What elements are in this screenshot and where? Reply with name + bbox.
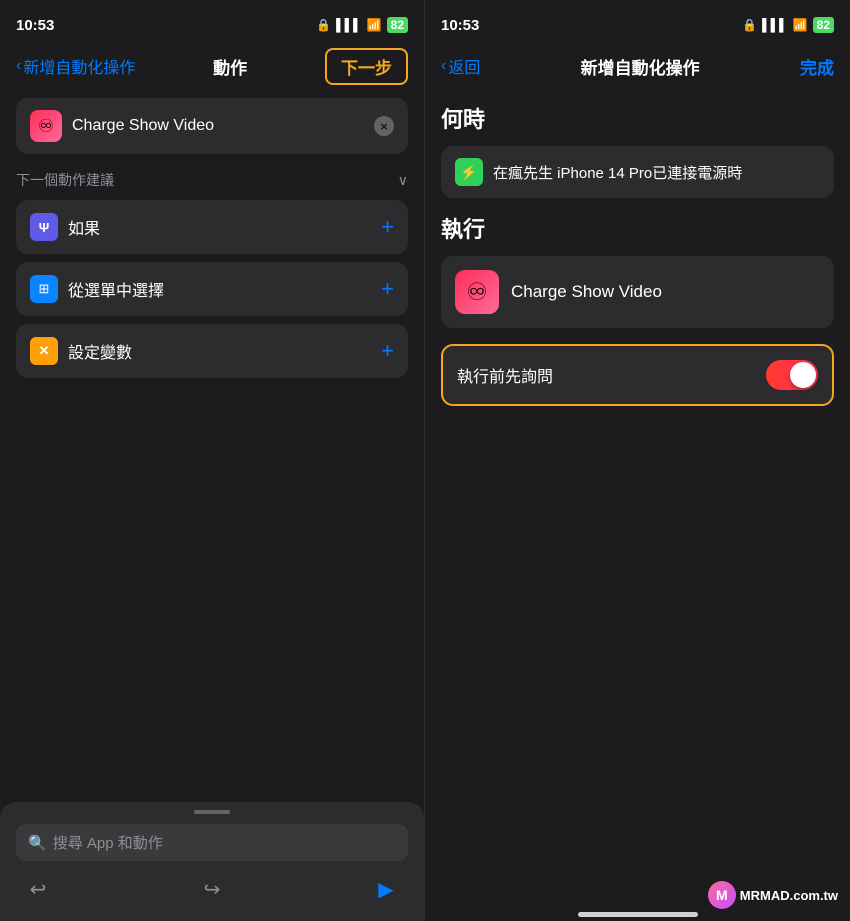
watermark-logo: M bbox=[708, 881, 736, 909]
nav-bar-right: ‹ 返回 新增自動化操作 完成 bbox=[425, 44, 850, 92]
chevron-left-icon-right: ‹ bbox=[441, 57, 446, 75]
suggestion-text-menu: 從選單中選擇 bbox=[68, 277, 164, 301]
status-time-left: 10:53 bbox=[16, 17, 54, 34]
ask-before-run-toggle[interactable] bbox=[766, 360, 818, 390]
back-button-left[interactable]: ‹ 新增自動化操作 bbox=[16, 54, 135, 78]
suggestion-item-variable[interactable]: ✕ 設定變數 + bbox=[16, 324, 408, 378]
if-icon: Ψ bbox=[30, 213, 58, 241]
suggestion-item-left-if: Ψ 如果 bbox=[30, 213, 100, 241]
suggestion-item-left-menu: ⊞ 從選單中選擇 bbox=[30, 275, 164, 303]
condition-text: 在瘋先生 iPhone 14 Pro已連接電源時 bbox=[493, 162, 742, 183]
home-indicator-right bbox=[578, 912, 698, 917]
add-variable-button[interactable]: + bbox=[381, 338, 394, 364]
toggle-label: 執行前先詢問 bbox=[457, 363, 553, 387]
bottom-sheet: 🔍 搜尋 App 和動作 ↩ ↪ ▶ bbox=[0, 802, 424, 921]
signal-icon-right: ▌▌▌ bbox=[762, 18, 788, 32]
redo-button[interactable]: ↪ bbox=[194, 871, 230, 907]
search-icon: 🔍 bbox=[28, 834, 47, 852]
ask-before-run-row[interactable]: 執行前先詢問 bbox=[441, 344, 834, 406]
status-icons-right: 🔒 ▌▌▌ 📶 82 bbox=[742, 17, 834, 33]
back-label-right: 返回 bbox=[448, 54, 480, 78]
lock-icon-right: 🔒 bbox=[742, 18, 757, 32]
selected-action-item[interactable]: ♾ Charge Show Video × bbox=[16, 98, 408, 154]
search-placeholder: 搜尋 App 和動作 bbox=[53, 832, 163, 853]
when-heading: 何時 bbox=[425, 92, 850, 142]
status-bar-right: 10:53 🔒 ▌▌▌ 📶 82 bbox=[425, 0, 850, 44]
status-icons-left: 🔒 ▌▌▌ 📶 82 bbox=[316, 17, 408, 33]
left-panel: 10:53 🔒 ▌▌▌ 📶 82 ‹ 新增自動化操作 動作 下一步 ♾ Char… bbox=[0, 0, 425, 921]
wifi-icon-right: 📶 bbox=[793, 18, 808, 32]
suggestion-text-variable: 設定變數 bbox=[68, 339, 132, 363]
menu-icon: ⊞ bbox=[30, 275, 58, 303]
suggestions-label: 下一個動作建議 bbox=[16, 170, 114, 190]
back-label-left: 新增自動化操作 bbox=[23, 54, 135, 78]
execute-app-icon: ♾ bbox=[455, 270, 499, 314]
execute-app-name: Charge Show Video bbox=[511, 282, 662, 302]
play-button[interactable]: ▶ bbox=[368, 871, 404, 907]
action-title: Charge Show Video bbox=[72, 117, 214, 135]
wifi-icon-left: 📶 bbox=[367, 18, 382, 32]
lock-icon-left: 🔒 bbox=[316, 18, 331, 32]
lightning-icon: ⚡ bbox=[460, 164, 477, 181]
add-menu-button[interactable]: + bbox=[381, 276, 394, 302]
nav-title-left: 動作 bbox=[213, 54, 247, 79]
condition-item[interactable]: ⚡ 在瘋先生 iPhone 14 Pro已連接電源時 bbox=[441, 146, 834, 198]
execute-heading: 執行 bbox=[425, 202, 850, 252]
sheet-toolbar: ↩ ↪ ▶ bbox=[16, 861, 408, 911]
charging-icon: ⚡ bbox=[455, 158, 483, 186]
next-button[interactable]: 下一步 bbox=[325, 48, 408, 85]
close-icon: × bbox=[380, 119, 388, 134]
undo-button[interactable]: ↩ bbox=[20, 871, 56, 907]
action-item-left: ♾ Charge Show Video bbox=[30, 110, 214, 142]
nav-title-right: 新增自動化操作 bbox=[581, 54, 700, 79]
execute-item[interactable]: ♾ Charge Show Video bbox=[441, 256, 834, 328]
suggestion-item-if[interactable]: Ψ 如果 + bbox=[16, 200, 408, 254]
chevron-left-icon-left: ‹ bbox=[16, 57, 21, 75]
right-panel: 10:53 🔒 ▌▌▌ 📶 82 ‹ 返回 新增自動化操作 完成 何時 ⚡ 在瘋… bbox=[425, 0, 850, 921]
battery-badge-left: 82 bbox=[387, 17, 408, 33]
battery-badge-right: 82 bbox=[813, 17, 834, 33]
charge-show-video-icon: ♾ bbox=[30, 110, 62, 142]
signal-icon-left: ▌▌▌ bbox=[336, 18, 362, 32]
chevron-down-icon[interactable]: ∨ bbox=[398, 172, 408, 189]
status-bar-left: 10:53 🔒 ▌▌▌ 📶 82 bbox=[0, 0, 424, 44]
nav-bar-left: ‹ 新增自動化操作 動作 下一步 bbox=[0, 44, 424, 92]
done-button[interactable]: 完成 bbox=[800, 54, 834, 79]
suggestions-section-header: 下一個動作建議 ∨ bbox=[0, 160, 424, 196]
variable-icon: ✕ bbox=[30, 337, 58, 365]
watermark-text: MRMAD.com.tw bbox=[740, 888, 838, 903]
sheet-search-bar[interactable]: 🔍 搜尋 App 和動作 bbox=[16, 824, 408, 861]
suggestion-item-menu[interactable]: ⊞ 從選單中選擇 + bbox=[16, 262, 408, 316]
remove-action-button[interactable]: × bbox=[374, 116, 394, 136]
toggle-knob bbox=[790, 362, 816, 388]
watermark: M MRMAD.com.tw bbox=[708, 881, 838, 909]
suggestion-item-left-variable: ✕ 設定變數 bbox=[30, 337, 132, 365]
add-if-button[interactable]: + bbox=[381, 214, 394, 240]
back-button-right[interactable]: ‹ 返回 bbox=[441, 54, 480, 78]
sheet-handle bbox=[194, 810, 230, 814]
status-time-right: 10:53 bbox=[441, 17, 479, 34]
suggestion-text-if: 如果 bbox=[68, 215, 100, 239]
